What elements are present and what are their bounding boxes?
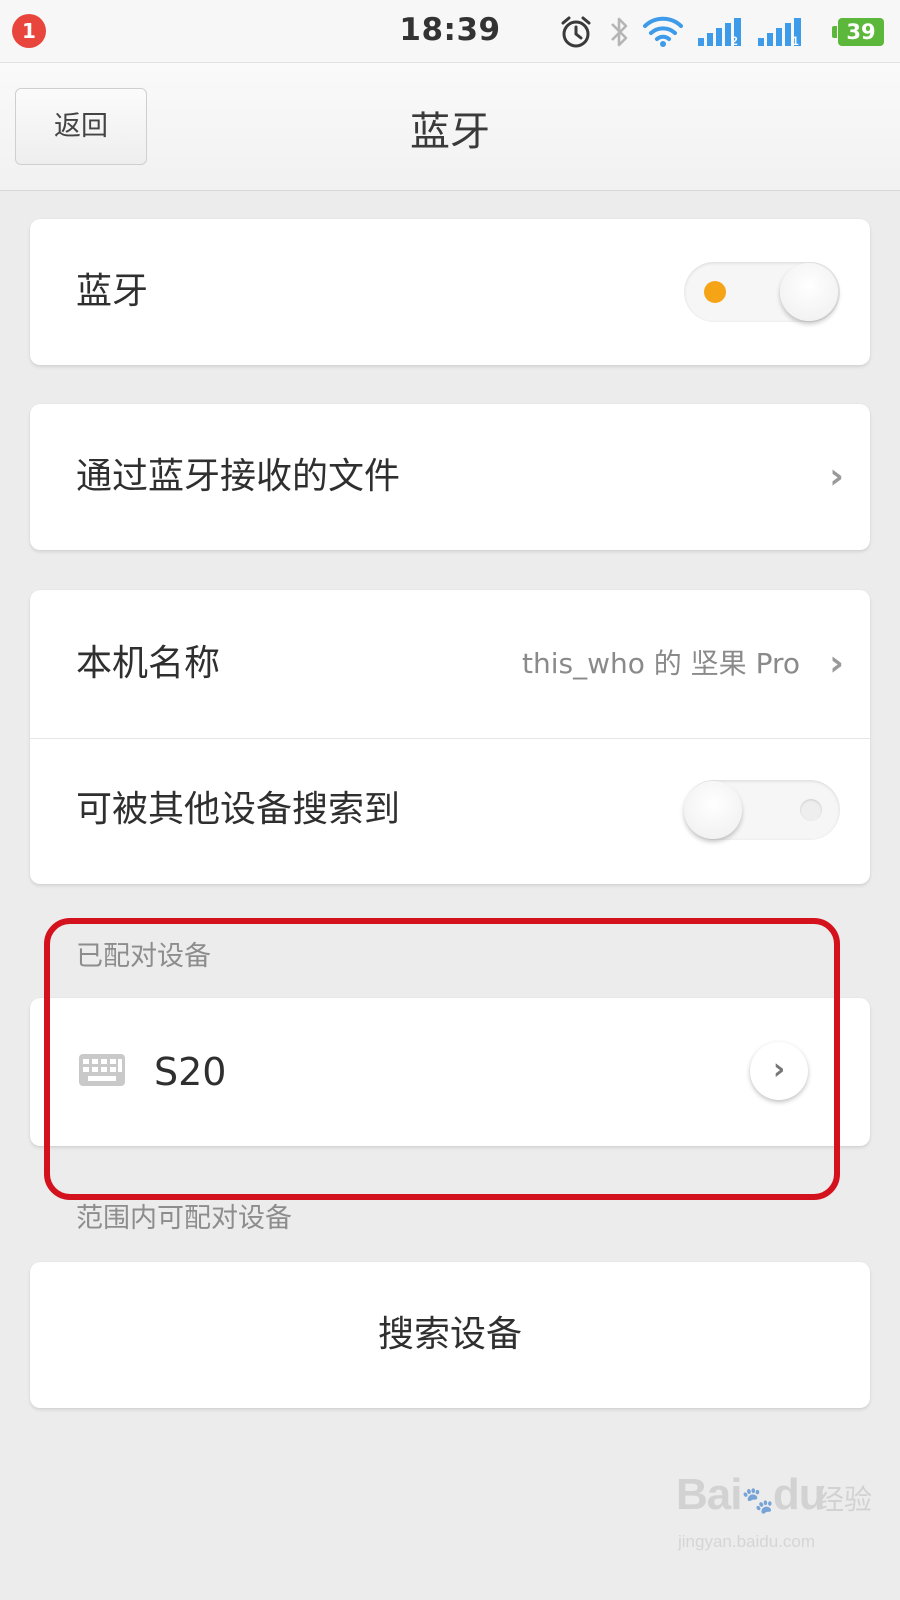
device-name-row[interactable]: 本机名称 this_who 的 坚果 Pro › xyxy=(30,590,870,738)
available-devices-header: 范围内可配对设备 xyxy=(76,1203,292,1234)
discoverable-row[interactable]: 可被其他设备搜索到 xyxy=(30,736,870,884)
svg-text:1: 1 xyxy=(792,34,799,48)
device-name-label: 本机名称 xyxy=(76,643,221,684)
received-files-card: 通过蓝牙接收的文件 › xyxy=(30,404,870,550)
bluetooth-icon xyxy=(606,14,632,54)
discoverable-label: 可被其他设备搜索到 xyxy=(76,789,401,830)
switch-knob xyxy=(780,263,838,321)
bluetooth-label: 蓝牙 xyxy=(76,271,149,312)
watermark-label: 经验 xyxy=(816,1483,873,1516)
switch-on-indicator xyxy=(704,281,726,303)
received-files-row[interactable]: 通过蓝牙接收的文件 › xyxy=(30,404,870,550)
device-name-value: this_who 的 坚果 Pro xyxy=(522,647,800,680)
svg-text:2: 2 xyxy=(731,34,738,48)
title-bar: 返回 蓝牙 xyxy=(0,63,900,191)
bluetooth-toggle-card: 蓝牙 xyxy=(30,219,870,365)
switch-off-indicator xyxy=(800,799,822,821)
status-bar: 1 18:39 2 1 39 xyxy=(0,0,900,63)
bluetooth-toggle-row[interactable]: 蓝牙 xyxy=(30,219,870,365)
chevron-right-icon: › xyxy=(829,456,844,497)
search-devices-card: 搜索设备 xyxy=(30,1262,870,1408)
signal-sim1-icon: 1 xyxy=(758,16,808,52)
device-settings-card: 本机名称 this_who 的 坚果 Pro › 可被其他设备搜索到 xyxy=(30,590,870,884)
alarm-icon xyxy=(558,14,594,54)
watermark-url: jingyan.baidu.com xyxy=(678,1532,816,1551)
wifi-icon xyxy=(642,14,684,52)
page-title: 蓝牙 xyxy=(410,109,490,155)
search-devices-button[interactable]: 搜索设备 xyxy=(30,1262,870,1408)
switch-knob xyxy=(684,781,742,839)
bluetooth-switch[interactable] xyxy=(684,262,840,322)
received-files-label: 通过蓝牙接收的文件 xyxy=(76,456,401,497)
signal-sim2-icon: 2 xyxy=(698,16,748,52)
battery-indicator: 39 xyxy=(832,18,884,46)
chevron-right-icon: › xyxy=(829,643,844,684)
discoverable-switch[interactable] xyxy=(684,780,840,840)
baidu-watermark: Bai🐾du 经验 jingyan.baidu.com xyxy=(676,1470,876,1580)
highlight-annotation xyxy=(44,918,840,1200)
watermark-logo: Bai🐾du xyxy=(676,1470,826,1519)
